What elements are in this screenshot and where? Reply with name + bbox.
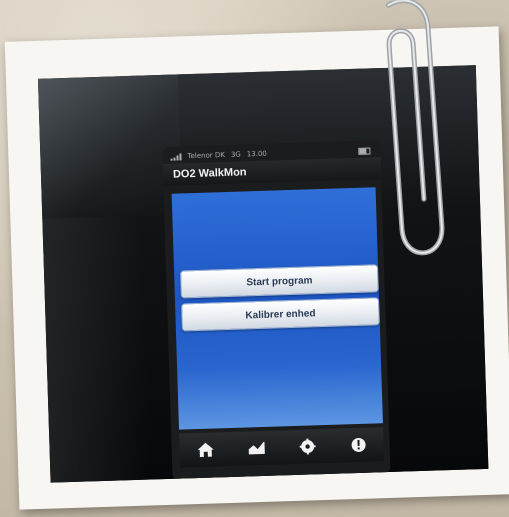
calibrate-device-button[interactable]: Kalibrer enhed [181, 297, 380, 332]
graph-icon [248, 441, 265, 455]
glare-reflection [37, 74, 183, 219]
paperclip-icon [385, 0, 445, 256]
phone-device: Telenor DK 3G 13.00 DO2 WalkMon Start pr… [162, 140, 391, 481]
side-reflection [42, 215, 151, 483]
info-icon [351, 437, 366, 452]
tab-settings[interactable] [287, 431, 328, 462]
network-label: 3G [230, 150, 241, 159]
settings-icon [299, 438, 316, 455]
main-screen: Start program Kalibrer enhed [171, 187, 383, 430]
tab-home[interactable] [185, 434, 226, 465]
home-icon [197, 442, 214, 457]
battery-icon [358, 146, 371, 155]
clock-label: 13.00 [246, 149, 267, 159]
tab-graph[interactable] [236, 433, 277, 464]
start-program-button[interactable]: Start program [180, 264, 379, 299]
carrier-label: Telenor DK [187, 151, 226, 161]
signal-icon [170, 152, 182, 161]
tab-bar [179, 427, 385, 468]
tab-info[interactable] [338, 429, 379, 460]
